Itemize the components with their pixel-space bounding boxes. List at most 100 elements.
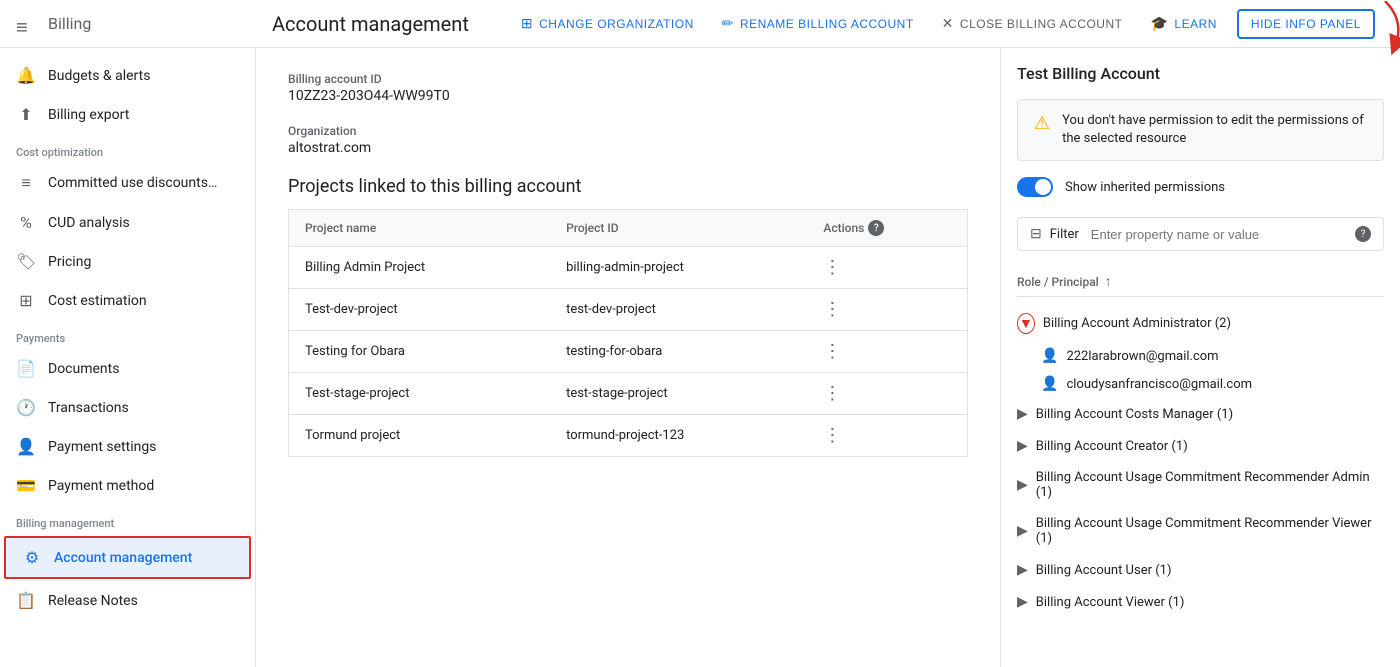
hide-info-panel-button[interactable]: HIDE INFO PANEL	[1237, 9, 1375, 39]
table-row: Test-dev-project test-dev-project ⋮	[289, 289, 968, 331]
role-label: Billing Account User (1)	[1036, 563, 1172, 578]
tag-icon: 🏷	[16, 252, 36, 271]
filter-label: Filter	[1050, 227, 1079, 242]
expand-icon[interactable]: ▶	[1017, 438, 1028, 454]
table-row: Test-stage-project test-stage-project ⋮	[289, 373, 968, 415]
project-id-cell: testing-for-obara	[550, 331, 807, 373]
role-label: Billing Account Costs Manager (1)	[1036, 407, 1233, 422]
project-id-cell: test-stage-project	[550, 373, 807, 415]
more-options-icon[interactable]: ⋮	[823, 383, 841, 404]
role-label: Billing Account Usage Commitment Recomme…	[1036, 470, 1384, 500]
sort-icon[interactable]: ↑	[1105, 273, 1112, 290]
more-options-icon[interactable]: ⋮	[823, 425, 841, 446]
project-actions-cell: ⋮	[807, 373, 967, 415]
col-header-project-id: Project ID	[550, 210, 807, 247]
warning-text: You don't have permission to edit the pe…	[1062, 112, 1367, 148]
learn-button[interactable]: 🎓 LEARN	[1138, 9, 1228, 38]
role-header: Role / Principal ↑	[1017, 267, 1384, 297]
col-header-project-name: Project name	[289, 210, 551, 247]
sidebar-item-account-management[interactable]: ⚙ Account management	[4, 536, 251, 579]
payments-label: Payments	[0, 320, 255, 349]
filter-help-icon[interactable]: ?	[1355, 226, 1371, 242]
role-row[interactable]: ▶ Billing Account Usage Commitment Recom…	[1017, 462, 1384, 508]
sidebar-item-cost-estimation[interactable]: ⊞ Cost estimation	[0, 281, 255, 320]
expand-icon[interactable]: ▶	[1017, 477, 1028, 493]
role-label: Billing Account Viewer (1)	[1036, 595, 1185, 610]
hamburger-icon[interactable]: ≡	[16, 15, 40, 33]
member-email: cloudysanfrancisco@gmail.com	[1066, 377, 1252, 392]
role-item: ▶ Billing Account Viewer (1)	[1017, 586, 1384, 618]
close-icon: ✕	[942, 15, 954, 32]
actions-help-icon[interactable]: ?	[868, 220, 884, 236]
sidebar-item-documents[interactable]: 📄 Documents	[0, 349, 255, 388]
sidebar-item-transactions[interactable]: 🕐 Transactions	[0, 388, 255, 427]
billing-id-value: 10ZZ23-203O44-WW99T0	[288, 88, 968, 104]
role-row[interactable]: ▶ Billing Account Usage Commitment Recom…	[1017, 508, 1384, 554]
project-actions-cell: ⋮	[807, 415, 967, 457]
table-row: Testing for Obara testing-for-obara ⋮	[289, 331, 968, 373]
grid-icon: ⊞	[16, 291, 36, 310]
role-row[interactable]: ▼ Billing Account Administrator (2)	[1017, 305, 1384, 342]
project-actions-cell: ⋮	[807, 247, 967, 289]
change-org-button[interactable]: ⊞ CHANGE ORGANIZATION	[509, 9, 706, 38]
expand-icon[interactable]: ▶	[1017, 523, 1028, 539]
toggle-row: Show inherited permissions	[1017, 177, 1384, 197]
product-name: Billing	[48, 14, 91, 33]
person-icon: 👤	[1041, 376, 1058, 392]
billing-id-label: Billing account ID	[288, 72, 968, 86]
clock-icon: 🕐	[16, 398, 36, 417]
role-row[interactable]: ▶ Billing Account Costs Manager (1)	[1017, 398, 1384, 430]
expand-icon[interactable]: ▶	[1017, 594, 1028, 610]
info-panel: Test Billing Account ⚠ You don't have pe…	[1000, 48, 1400, 667]
permission-warning: ⚠ You don't have permission to edit the …	[1017, 99, 1384, 161]
sidebar-item-cud[interactable]: % CUD analysis	[0, 203, 255, 242]
role-item: ▶ Billing Account Usage Commitment Recom…	[1017, 508, 1384, 554]
role-label: Billing Account Administrator (2)	[1043, 316, 1231, 331]
sidebar: 🔔 Budgets & alerts ⬆ Billing export Cost…	[0, 48, 256, 667]
learn-icon: 🎓	[1150, 15, 1168, 32]
close-billing-button[interactable]: ✕ CLOSE BILLING ACCOUNT	[930, 9, 1135, 38]
cost-optimization-label: Cost optimization	[0, 134, 255, 163]
inherited-toggle[interactable]	[1017, 177, 1053, 197]
top-bar: ≡ Billing Account management ⊞ CHANGE OR…	[0, 0, 1400, 48]
expand-icon[interactable]: ▶	[1017, 406, 1028, 422]
document-icon: 📄	[16, 359, 36, 378]
role-member: 👤 cloudysanfrancisco@gmail.com	[1017, 370, 1384, 398]
projects-table: Project name Project ID Actions ? Billin…	[288, 209, 968, 457]
role-row[interactable]: ▶ Billing Account Viewer (1)	[1017, 586, 1384, 618]
pencil-icon: ✏	[722, 15, 734, 32]
filter-input[interactable]	[1091, 227, 1347, 242]
change-org-icon: ⊞	[521, 15, 533, 32]
sidebar-item-payment-settings[interactable]: 👤 Payment settings	[0, 427, 255, 466]
filter-row[interactable]: ⊟ Filter ?	[1017, 217, 1384, 251]
more-options-icon[interactable]: ⋮	[823, 341, 841, 362]
more-options-icon[interactable]: ⋮	[823, 299, 841, 320]
role-label: Billing Account Creator (1)	[1036, 439, 1188, 454]
toggle-label: Show inherited permissions	[1065, 180, 1225, 195]
main-layout: 🔔 Budgets & alerts ⬆ Billing export Cost…	[0, 48, 1400, 667]
role-item: ▶ Billing Account User (1)	[1017, 554, 1384, 586]
role-row[interactable]: ▶ Billing Account Creator (1)	[1017, 430, 1384, 462]
person-icon: 👤	[1041, 348, 1058, 364]
more-options-icon[interactable]: ⋮	[823, 257, 841, 278]
rename-billing-button[interactable]: ✏ RENAME BILLING ACCOUNT	[710, 9, 926, 38]
person-icon: 👤	[16, 437, 36, 456]
billing-mgmt-label: Billing management	[0, 505, 255, 534]
expand-icon[interactable]: ▶	[1017, 562, 1028, 578]
sidebar-item-payment-method[interactable]: 💳 Payment method	[0, 466, 255, 505]
sidebar-item-release-notes[interactable]: 📋 Release Notes	[0, 581, 255, 620]
roles-list: ▼ Billing Account Administrator (2) 👤 22…	[1017, 305, 1384, 618]
list-icon: ≡	[16, 173, 36, 193]
project-name-cell: Test-dev-project	[289, 289, 551, 331]
expand-icon[interactable]: ▼	[1017, 313, 1035, 334]
bell-icon: 🔔	[16, 66, 36, 85]
product-logo: ≡ Billing	[16, 14, 256, 33]
gear-icon: ⚙	[22, 548, 42, 567]
sidebar-item-billing-export[interactable]: ⬆ Billing export	[0, 95, 255, 134]
sidebar-item-budgets[interactable]: 🔔 Budgets & alerts	[0, 56, 255, 95]
sidebar-item-committed[interactable]: ≡ Committed use discounts…	[0, 163, 255, 203]
projects-section-title: Projects linked to this billing account	[288, 176, 968, 197]
filter-icon: ⊟	[1030, 226, 1042, 242]
sidebar-item-pricing[interactable]: 🏷 Pricing	[0, 242, 255, 281]
role-row[interactable]: ▶ Billing Account User (1)	[1017, 554, 1384, 586]
